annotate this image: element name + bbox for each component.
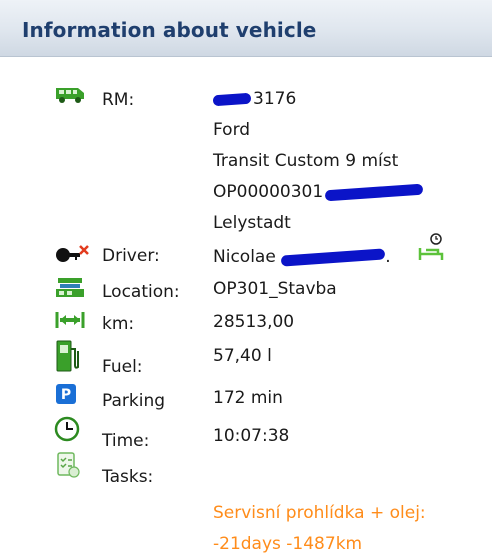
- location-building-icon: [56, 278, 84, 297]
- task-warning: Servisní prohlídka + olej: -21days -1487…: [213, 503, 426, 554]
- redaction-mark: [280, 247, 386, 267]
- parking-label: Parking: [102, 391, 166, 411]
- driver-label: Driver:: [102, 246, 160, 266]
- rm-location-name: Lelystadt: [213, 213, 291, 233]
- rm-model: Transit Custom 9 míst: [213, 151, 399, 171]
- redaction-mark: [324, 183, 424, 201]
- driver-name: Nicolae: [213, 247, 276, 267]
- svg-text:P: P: [61, 387, 71, 403]
- km-label: km:: [102, 314, 135, 334]
- van-icon: [56, 88, 84, 103]
- time-label: Time:: [102, 431, 150, 451]
- distance-icon: [55, 312, 85, 328]
- location-value: OP301_Stavba: [213, 279, 337, 299]
- time-value: 10:07:38: [213, 426, 290, 446]
- rm-code: OP00000301: [213, 182, 324, 202]
- parking-value: 172 min: [213, 388, 283, 408]
- driver-name-suffix: .: [385, 247, 391, 267]
- rm-plate-line: 3176: [212, 84, 423, 115]
- tasks-icon: [57, 452, 80, 478]
- rm-label: RM:: [102, 90, 135, 110]
- driver-value: Nicolae .: [213, 242, 391, 273]
- parking-icon: P: [56, 384, 76, 404]
- driver-rest-icon: [418, 233, 444, 260]
- location-label: Location:: [102, 282, 180, 302]
- rm-plate-number: 3176: [253, 89, 297, 109]
- km-value: 28513,00: [213, 312, 295, 332]
- fuel-label: Fuel:: [102, 357, 143, 377]
- fuel-pump-icon: [56, 340, 79, 372]
- fuel-value: 57,40 l: [213, 346, 272, 366]
- driver-key-icon: [56, 245, 89, 262]
- tasks-label: Tasks:: [102, 467, 154, 487]
- panel-title: Information about vehicle: [22, 18, 317, 42]
- rm-code-line: OP00000301: [213, 177, 424, 208]
- rm-make: Ford: [213, 120, 251, 140]
- rm-value: 3176 Ford Transit Custom 9 míst OP000003…: [212, 84, 424, 239]
- clock-icon: [54, 416, 80, 442]
- panel-header: Information about vehicle: [0, 0, 492, 57]
- redaction-mark: [212, 92, 252, 106]
